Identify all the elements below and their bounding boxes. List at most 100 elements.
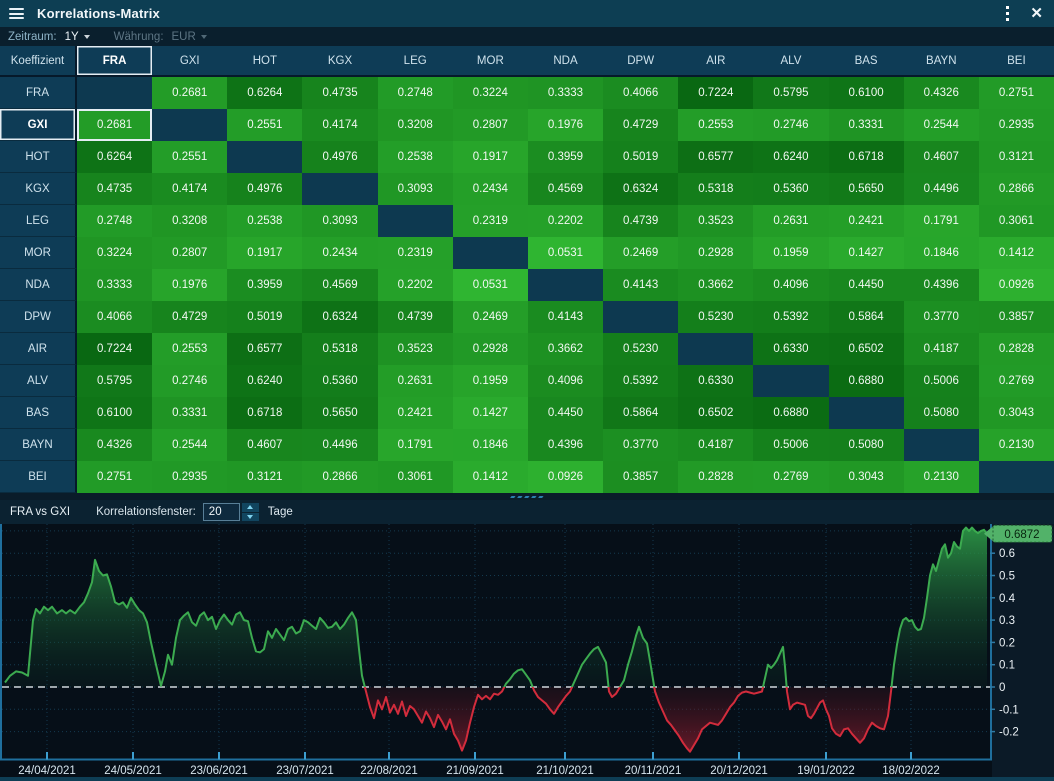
matrix-cell-BAYN-ALV[interactable]: 0.5006 bbox=[753, 429, 828, 461]
matrix-cell-HOT-AIR[interactable]: 0.6577 bbox=[678, 141, 753, 173]
matrix-cell-GXI-FRA[interactable]: 0.2681 bbox=[77, 109, 152, 141]
matrix-cell-BAYN-BAS[interactable]: 0.5080 bbox=[829, 429, 904, 461]
matrix-cell-GXI-NDA[interactable]: 0.1976 bbox=[528, 109, 603, 141]
close-icon[interactable]: ✕ bbox=[1030, 6, 1043, 21]
matrix-cell-BEI-HOT[interactable]: 0.3121 bbox=[227, 461, 302, 493]
matrix-cell-BEI-MOR[interactable]: 0.1412 bbox=[453, 461, 528, 493]
matrix-cell-HOT-GXI[interactable]: 0.2551 bbox=[152, 141, 227, 173]
matrix-cell-NDA-KGX[interactable]: 0.4569 bbox=[302, 269, 377, 301]
matrix-cell-ALV-BEI[interactable]: 0.2769 bbox=[979, 365, 1054, 397]
matrix-cell-AIR-HOT[interactable]: 0.6577 bbox=[227, 333, 302, 365]
matrix-cell-BEI-BAS[interactable]: 0.3043 bbox=[829, 461, 904, 493]
matrix-cell-GXI-BEI[interactable]: 0.2935 bbox=[979, 109, 1054, 141]
matrix-cell-AIR-BAYN[interactable]: 0.4187 bbox=[904, 333, 979, 365]
matrix-cell-LEG-KGX[interactable]: 0.3093 bbox=[302, 205, 377, 237]
matrix-cell-BEI-ALV[interactable]: 0.2769 bbox=[753, 461, 828, 493]
matrix-cell-NDA-BAYN[interactable]: 0.4396 bbox=[904, 269, 979, 301]
matrix-cell-GXI-HOT[interactable]: 0.2551 bbox=[227, 109, 302, 141]
matrix-cell-GXI-LEG[interactable]: 0.3208 bbox=[378, 109, 453, 141]
matrix-cell-KGX-BAS[interactable]: 0.5650 bbox=[829, 173, 904, 205]
matrix-cell-ALV-AIR[interactable]: 0.6330 bbox=[678, 365, 753, 397]
matrix-cell-FRA-ALV[interactable]: 0.5795 bbox=[753, 77, 828, 109]
matrix-cell-LEG-FRA[interactable]: 0.2748 bbox=[77, 205, 152, 237]
matrix-cell-DPW-BEI[interactable]: 0.3857 bbox=[979, 301, 1054, 333]
matrix-cell-ALV-FRA[interactable]: 0.5795 bbox=[77, 365, 152, 397]
matrix-cell-DPW-HOT[interactable]: 0.5019 bbox=[227, 301, 302, 333]
matrix-cell-DPW-KGX[interactable]: 0.6324 bbox=[302, 301, 377, 333]
matrix-cell-HOT-MOR[interactable]: 0.1917 bbox=[453, 141, 528, 173]
matrix-cell-AIR-MOR[interactable]: 0.2928 bbox=[453, 333, 528, 365]
window-size-input[interactable] bbox=[203, 503, 240, 521]
matrix-cell-BAYN-AIR[interactable]: 0.4187 bbox=[678, 429, 753, 461]
matrix-cell-GXI-BAYN[interactable]: 0.2544 bbox=[904, 109, 979, 141]
matrix-cell-KGX-DPW[interactable]: 0.6324 bbox=[603, 173, 678, 205]
matrix-cell-LEG-MOR[interactable]: 0.2319 bbox=[453, 205, 528, 237]
matrix-cell-MOR-NDA[interactable]: 0.0531 bbox=[528, 237, 603, 269]
matrix-cell-BEI-KGX[interactable]: 0.2866 bbox=[302, 461, 377, 493]
matrix-cell-MOR-AIR[interactable]: 0.2928 bbox=[678, 237, 753, 269]
matrix-cell-NDA-LEG[interactable]: 0.2202 bbox=[378, 269, 453, 301]
matrix-cell-HOT-KGX[interactable]: 0.4976 bbox=[302, 141, 377, 173]
row-label-FRA[interactable]: FRA bbox=[0, 77, 77, 109]
matrix-cell-DPW-FRA[interactable]: 0.4066 bbox=[77, 301, 152, 333]
column-header-KGX[interactable]: KGX bbox=[302, 46, 377, 77]
matrix-cell-HOT-LEG[interactable]: 0.2538 bbox=[378, 141, 453, 173]
matrix-cell-ALV-NDA[interactable]: 0.4096 bbox=[528, 365, 603, 397]
column-header-BAYN[interactable]: BAYN bbox=[904, 46, 979, 77]
matrix-cell-FRA-AIR[interactable]: 0.7224 bbox=[678, 77, 753, 109]
matrix-cell-AIR-BAS[interactable]: 0.6502 bbox=[829, 333, 904, 365]
matrix-cell-FRA-GXI[interactable]: 0.2681 bbox=[152, 77, 227, 109]
waehrung-select[interactable]: EUR bbox=[172, 31, 207, 43]
matrix-cell-FRA-NDA[interactable]: 0.3333 bbox=[528, 77, 603, 109]
matrix-cell-FRA-BAS[interactable]: 0.6100 bbox=[829, 77, 904, 109]
matrix-cell-ALV-HOT[interactable]: 0.6240 bbox=[227, 365, 302, 397]
column-header-HOT[interactable]: HOT bbox=[227, 46, 302, 77]
matrix-cell-ALV-LEG[interactable]: 0.2631 bbox=[378, 365, 453, 397]
row-label-MOR[interactable]: MOR bbox=[0, 237, 77, 269]
matrix-cell-BAS-FRA[interactable]: 0.6100 bbox=[77, 397, 152, 429]
matrix-cell-DPW-MOR[interactable]: 0.2469 bbox=[453, 301, 528, 333]
stepper-up-button[interactable] bbox=[242, 503, 259, 512]
matrix-cell-LEG-BAYN[interactable]: 0.1791 bbox=[904, 205, 979, 237]
matrix-cell-AIR-LEG[interactable]: 0.3523 bbox=[378, 333, 453, 365]
matrix-cell-MOR-BAYN[interactable]: 0.1846 bbox=[904, 237, 979, 269]
matrix-cell-NDA-HOT[interactable]: 0.3959 bbox=[227, 269, 302, 301]
matrix-cell-DPW-BAS[interactable]: 0.5864 bbox=[829, 301, 904, 333]
row-label-DPW[interactable]: DPW bbox=[0, 301, 77, 333]
matrix-cell-NDA-DPW[interactable]: 0.4143 bbox=[603, 269, 678, 301]
matrix-cell-LEG-DPW[interactable]: 0.4739 bbox=[603, 205, 678, 237]
matrix-cell-ALV-BAS[interactable]: 0.6880 bbox=[829, 365, 904, 397]
matrix-cell-BAS-NDA[interactable]: 0.4450 bbox=[528, 397, 603, 429]
matrix-cell-BAS-GXI[interactable]: 0.3331 bbox=[152, 397, 227, 429]
matrix-cell-MOR-ALV[interactable]: 0.1959 bbox=[753, 237, 828, 269]
stepper-down-button[interactable] bbox=[242, 513, 259, 522]
matrix-cell-DPW-LEG[interactable]: 0.4739 bbox=[378, 301, 453, 333]
matrix-cell-DPW-NDA[interactable]: 0.4143 bbox=[528, 301, 603, 333]
matrix-cell-BAYN-HOT[interactable]: 0.4607 bbox=[227, 429, 302, 461]
matrix-cell-ALV-GXI[interactable]: 0.2746 bbox=[152, 365, 227, 397]
matrix-cell-MOR-LEG[interactable]: 0.2319 bbox=[378, 237, 453, 269]
matrix-cell-AIR-KGX[interactable]: 0.5318 bbox=[302, 333, 377, 365]
matrix-cell-ALV-MOR[interactable]: 0.1959 bbox=[453, 365, 528, 397]
row-label-BEI[interactable]: BEI bbox=[0, 461, 77, 493]
matrix-cell-BAS-HOT[interactable]: 0.6718 bbox=[227, 397, 302, 429]
row-label-KGX[interactable]: KGX bbox=[0, 173, 77, 205]
matrix-cell-BAYN-BEI[interactable]: 0.2130 bbox=[979, 429, 1054, 461]
row-label-NDA[interactable]: NDA bbox=[0, 269, 77, 301]
matrix-cell-BAYN-LEG[interactable]: 0.1791 bbox=[378, 429, 453, 461]
matrix-cell-KGX-AIR[interactable]: 0.5318 bbox=[678, 173, 753, 205]
matrix-cell-AIR-ALV[interactable]: 0.6330 bbox=[753, 333, 828, 365]
matrix-cell-BAS-BEI[interactable]: 0.3043 bbox=[979, 397, 1054, 429]
matrix-cell-BAYN-GXI[interactable]: 0.2544 bbox=[152, 429, 227, 461]
matrix-cell-MOR-HOT[interactable]: 0.1917 bbox=[227, 237, 302, 269]
matrix-cell-NDA-BEI[interactable]: 0.0926 bbox=[979, 269, 1054, 301]
matrix-cell-AIR-BEI[interactable]: 0.2828 bbox=[979, 333, 1054, 365]
matrix-cell-NDA-ALV[interactable]: 0.4096 bbox=[753, 269, 828, 301]
matrix-cell-HOT-BAYN[interactable]: 0.4607 bbox=[904, 141, 979, 173]
panel-splitter[interactable] bbox=[0, 493, 1054, 500]
matrix-cell-GXI-BAS[interactable]: 0.3331 bbox=[829, 109, 904, 141]
matrix-cell-GXI-ALV[interactable]: 0.2746 bbox=[753, 109, 828, 141]
column-header-FRA[interactable]: FRA bbox=[77, 46, 152, 77]
matrix-cell-LEG-BAS[interactable]: 0.2421 bbox=[829, 205, 904, 237]
matrix-cell-KGX-MOR[interactable]: 0.2434 bbox=[453, 173, 528, 205]
